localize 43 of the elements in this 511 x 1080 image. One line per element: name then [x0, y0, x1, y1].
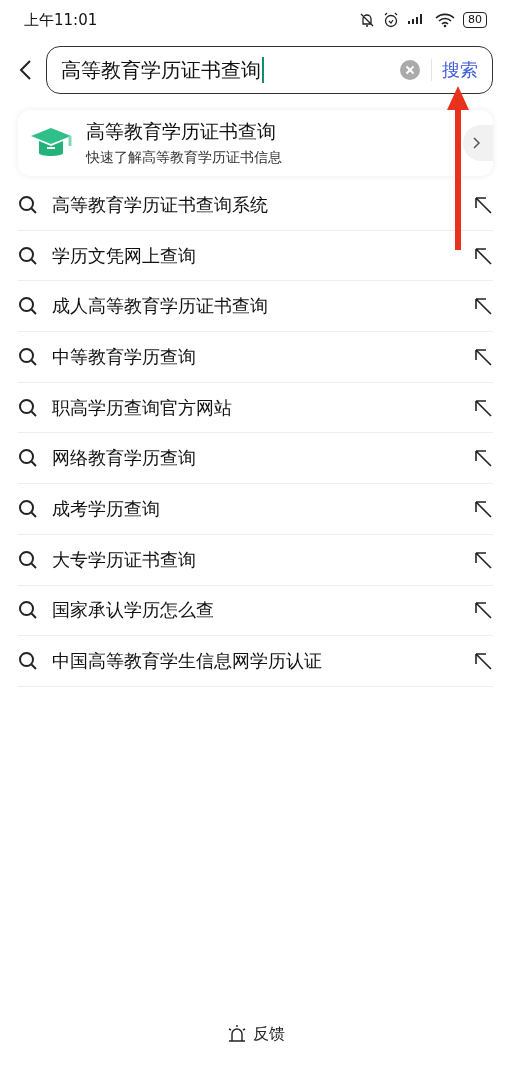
arrow-up-left-icon[interactable] [473, 194, 493, 215]
status-time: 上午11:01 [24, 10, 98, 30]
suggestion-text[interactable]: 大专学历证书查询 [52, 547, 459, 572]
arrow-up-left-icon[interactable] [473, 600, 493, 621]
suggestion-text[interactable]: 网络教育学历查询 [52, 446, 459, 471]
alarm-icon [383, 12, 399, 28]
search-icon [18, 296, 38, 317]
suggestion-text[interactable]: 成考学历查询 [52, 496, 459, 521]
search-icon [18, 245, 38, 266]
search-icon [18, 397, 38, 418]
search-icon [18, 549, 38, 570]
suggestion-text[interactable]: 职高学历查询官方网站 [52, 395, 459, 420]
search-icon [18, 194, 38, 215]
result-card[interactable]: 高等教育学历证书查询 快速了解高等教育学历证书信息 [18, 110, 493, 176]
search-icon [18, 448, 38, 469]
search-button[interactable]: 搜索 [442, 58, 478, 82]
suggestion-text[interactable]: 学历文凭网上查询 [52, 243, 459, 268]
suggestion-text[interactable]: 高等教育学历证书查询系统 [52, 192, 459, 217]
feedback-link[interactable]: 反馈 [252, 1024, 285, 1045]
arrow-up-left-icon[interactable] [473, 448, 493, 469]
arrow-up-left-icon[interactable] [473, 346, 493, 367]
chevron-right-icon[interactable] [463, 125, 493, 161]
card-subtitle: 快速了解高等教育学历证书信息 [86, 149, 283, 167]
bell-off-icon [359, 12, 375, 28]
battery-level: 80 [463, 12, 487, 28]
arrow-up-left-icon[interactable] [473, 651, 493, 672]
suggestion-text[interactable]: 国家承认学历怎么查 [52, 598, 459, 623]
suggestion-text[interactable]: 成人高等教育学历证书查询 [52, 294, 459, 319]
suggestion-text[interactable]: 中国高等教育学生信息网学历认证 [52, 649, 459, 674]
search-icon [18, 346, 38, 367]
alarm-light-icon[interactable] [226, 1024, 247, 1044]
suggestion-text[interactable]: 中等教育学历查询 [52, 344, 459, 369]
arrow-up-left-icon[interactable] [473, 549, 493, 570]
search-icon [18, 498, 38, 519]
search-icon [18, 600, 38, 621]
arrow-up-left-icon[interactable] [473, 296, 493, 317]
search-icon [18, 651, 38, 672]
arrow-up-left-icon[interactable] [473, 498, 493, 519]
arrow-up-left-icon[interactable] [473, 397, 493, 418]
wifi-icon [435, 12, 455, 28]
search-field[interactable]: 高等教育学历证书查询 搜索 [46, 46, 493, 94]
arrow-up-left-icon[interactable] [473, 245, 493, 266]
card-title: 高等教育学历证书查询 [86, 119, 277, 144]
